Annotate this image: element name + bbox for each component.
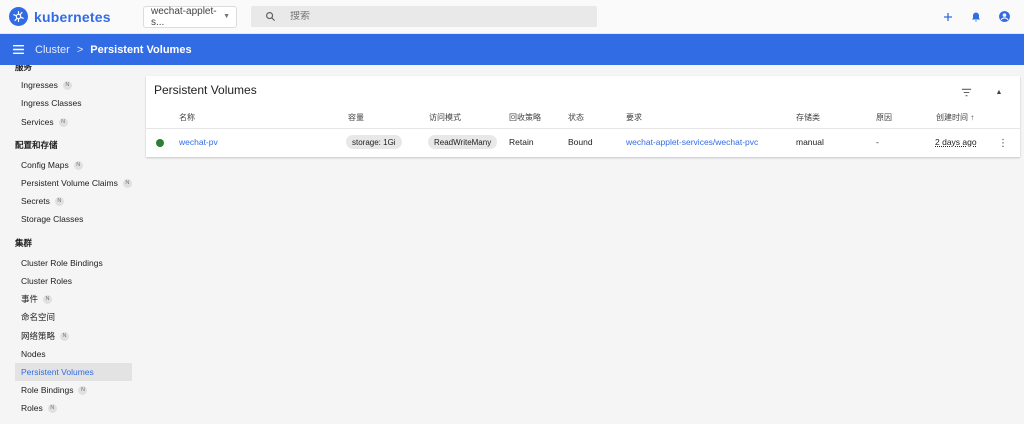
column-header-status: 状态 bbox=[568, 113, 584, 122]
column-header-access-modes: 访问模式 bbox=[429, 113, 461, 122]
namespaced-badge: N bbox=[47, 403, 57, 413]
filter-icon bbox=[961, 88, 971, 96]
column-header-created[interactable]: 创建时间 ↑ bbox=[936, 112, 974, 123]
column-header-name[interactable]: 名称 bbox=[179, 112, 195, 123]
collapse-button[interactable]: ▲ bbox=[990, 84, 1008, 100]
sidebar-item-label: Secrets bbox=[21, 196, 50, 206]
sidebar-item-services[interactable]: Services N bbox=[15, 113, 132, 131]
claim-link[interactable]: wechat-applet-services/wechat-pvc bbox=[626, 137, 758, 147]
sidebar-item-persistent-volumes[interactable]: Persistent Volumes bbox=[15, 363, 132, 381]
column-header-reason: 原因 bbox=[876, 113, 892, 122]
sidebar-section-config-storage[interactable]: 配置和存储 bbox=[15, 139, 58, 151]
namespaced-badge: N bbox=[62, 80, 72, 90]
page-title: Persistent Volumes bbox=[90, 43, 192, 56]
sidebar-item-config-maps[interactable]: Config Maps N bbox=[15, 156, 132, 174]
account-button[interactable] bbox=[990, 3, 1018, 31]
sidebar-item-label: 命名空间 bbox=[21, 312, 56, 322]
persistent-volumes-card: Persistent Volumes ▲ 名称 容量 访问模式 回收策略 状态 … bbox=[146, 76, 1020, 157]
sidebar-item-ingress-classes[interactable]: Ingress Classes bbox=[15, 94, 132, 112]
sidebar-item-label: Role Bindings bbox=[21, 385, 74, 395]
sidebar-item-label: Persistent Volumes bbox=[21, 367, 94, 377]
namespaced-badge: N bbox=[60, 331, 70, 341]
sidebar-item-label: Storage Classes bbox=[21, 214, 84, 224]
column-header-reclaim-policy: 回收策略 bbox=[509, 113, 541, 122]
search-box[interactable] bbox=[251, 6, 597, 27]
collapse-icon: ▲ bbox=[995, 88, 1003, 96]
sidebar-item-secrets[interactable]: Secrets N bbox=[15, 192, 132, 210]
namespaced-badge: N bbox=[58, 117, 68, 127]
search-icon bbox=[266, 12, 276, 22]
sidebar-item-label: Persistent Volume Claims bbox=[21, 178, 118, 188]
row-actions-button[interactable]: ⋮ bbox=[998, 136, 1008, 150]
arrow-up-icon: ↑ bbox=[970, 113, 975, 122]
menu-icon bbox=[12, 45, 24, 54]
status-ok-icon bbox=[156, 139, 164, 147]
header-divider bbox=[146, 128, 1020, 129]
capacity-chip: storage: 1Gi bbox=[346, 135, 402, 149]
sidebar-item-label: Cluster Roles bbox=[21, 276, 73, 286]
sidebar-section-services[interactable]: 服务 bbox=[15, 65, 32, 73]
add-icon bbox=[944, 12, 952, 21]
reclaim-policy-value: Retain bbox=[509, 137, 534, 147]
sidebar-item-role-bindings[interactable]: Role Bindings N bbox=[15, 381, 132, 399]
sidebar-item-label: Services bbox=[21, 117, 54, 127]
sidebar-item-namespaces[interactable]: 命名空间 bbox=[15, 308, 132, 326]
search-input[interactable] bbox=[290, 11, 590, 22]
filter-button[interactable] bbox=[956, 84, 976, 100]
sidebar-item-label: 网络策略 bbox=[21, 331, 56, 341]
namespaced-badge: N bbox=[54, 196, 64, 206]
sidebar-item-persistent-volume-claims[interactable]: Persistent Volume Claims N bbox=[15, 174, 132, 192]
pv-name-link[interactable]: wechat-pv bbox=[179, 137, 218, 147]
namespace-select[interactable]: wechat-applet-s... ▼ bbox=[143, 5, 237, 28]
sidebar-item-events[interactable]: 事件 N bbox=[15, 290, 132, 308]
brand-name: kubernetes bbox=[34, 8, 111, 25]
bell-icon bbox=[972, 12, 980, 21]
sidebar-item-label: Ingress Classes bbox=[21, 98, 82, 108]
namespaced-badge: N bbox=[78, 385, 88, 395]
card-title: Persistent Volumes bbox=[154, 83, 257, 97]
namespaced-badge: N bbox=[122, 178, 132, 188]
sidebar-item-roles[interactable]: Roles N bbox=[15, 399, 132, 417]
account-icon bbox=[998, 11, 1010, 22]
status-value: Bound bbox=[568, 137, 593, 147]
more-vert-icon: ⋮ bbox=[998, 137, 1008, 149]
breadcrumb-separator-icon: > bbox=[76, 43, 84, 56]
top-bar: kubernetes wechat-applet-s... ▼ bbox=[0, 0, 1024, 34]
column-header-storage-class[interactable]: 存储类 bbox=[796, 112, 820, 123]
header-bar: Cluster > Persistent Volumes bbox=[0, 34, 1024, 65]
column-header-capacity: 容量 bbox=[348, 113, 364, 122]
storage-class-value: manual bbox=[796, 137, 824, 147]
kubernetes-logo-icon bbox=[9, 7, 28, 26]
brand[interactable]: kubernetes bbox=[9, 7, 140, 26]
reason-value: - bbox=[876, 137, 879, 147]
sidebar-item-ingresses[interactable]: Ingresses N bbox=[15, 76, 132, 94]
sidebar-item-label: Cluster Role Bindings bbox=[21, 258, 103, 268]
sidebar-item-label: Roles bbox=[21, 403, 43, 413]
sidebar-item-storage-classes[interactable]: Storage Classes bbox=[15, 210, 132, 228]
sidebar-item-label: 事件 bbox=[21, 294, 39, 304]
menu-button[interactable] bbox=[5, 37, 31, 63]
namespaced-badge: N bbox=[73, 160, 83, 170]
column-header-created-label: 创建时间 bbox=[936, 113, 968, 122]
sidebar-item-cluster-role-bindings[interactable]: Cluster Role Bindings bbox=[15, 254, 132, 272]
top-actions bbox=[934, 3, 1018, 31]
namespace-value: wechat-applet-s... bbox=[151, 5, 217, 28]
sidebar-item-network-policies[interactable]: 网络策略 N bbox=[15, 327, 132, 345]
sidebar-item-label: Ingresses bbox=[21, 80, 58, 90]
sidebar-item-nodes[interactable]: Nodes bbox=[15, 345, 132, 363]
access-mode-chip: ReadWriteMany bbox=[428, 135, 498, 149]
notifications-button[interactable] bbox=[962, 3, 990, 31]
breadcrumb-cluster[interactable]: Cluster bbox=[35, 44, 70, 56]
sidebar-item-cluster-roles[interactable]: Cluster Roles bbox=[15, 272, 132, 290]
chevron-down-icon: ▼ bbox=[223, 13, 230, 20]
created-age: 2 days ago bbox=[935, 137, 977, 147]
namespaced-badge: N bbox=[43, 294, 53, 304]
column-header-claim: 要求 bbox=[626, 113, 642, 122]
sidebar-item-label: Nodes bbox=[21, 349, 46, 359]
sidebar-section-cluster[interactable]: 集群 bbox=[15, 237, 32, 249]
sidebar: 服务 Ingresses N Ingress Classes Services N … bbox=[0, 65, 140, 424]
add-button[interactable] bbox=[934, 3, 962, 31]
sidebar-item-label: Config Maps bbox=[21, 160, 69, 170]
